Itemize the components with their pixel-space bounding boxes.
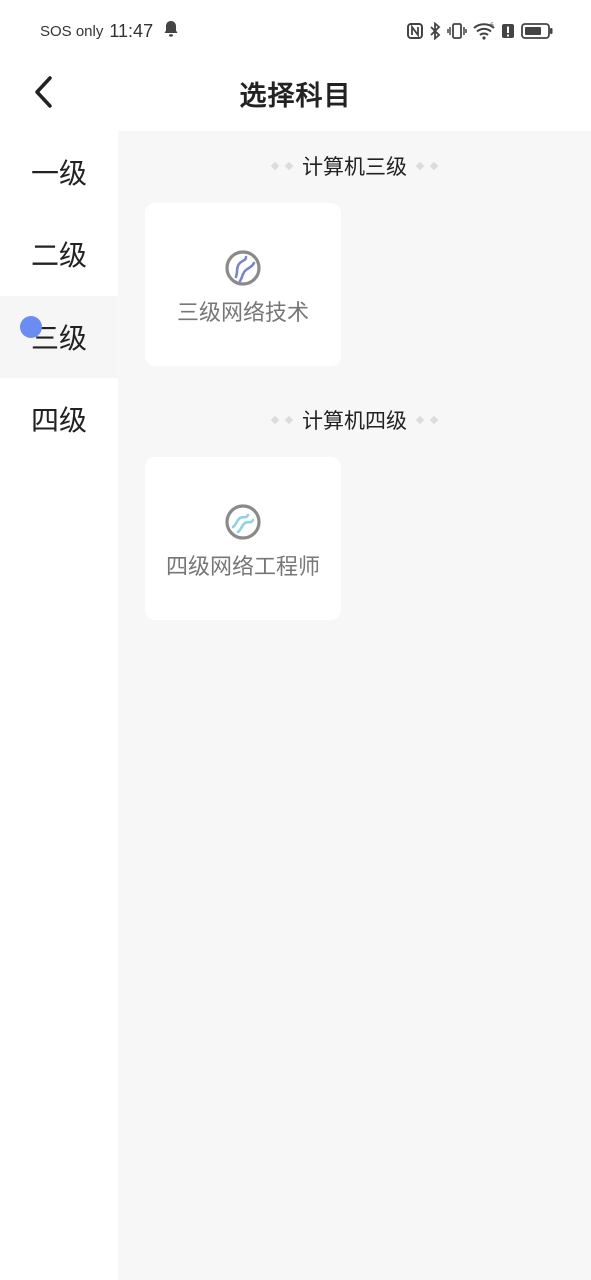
subject-card-label: 三级网络技术 bbox=[176, 301, 309, 326]
subject-card[interactable]: 四级网络工程师 bbox=[145, 457, 341, 620]
globe-icon bbox=[225, 250, 261, 286]
decorative-dots-icon bbox=[415, 415, 439, 425]
decorative-dots-icon bbox=[270, 415, 294, 425]
sidebar-item-level-2[interactable]: 二级 bbox=[0, 213, 118, 295]
vibrate-icon bbox=[447, 22, 467, 44]
sidebar-item-level-4[interactable]: 四级 bbox=[0, 378, 118, 460]
notification-bell-icon bbox=[163, 20, 179, 42]
subject-list: 计算机三级 三级网络技术 计算机四级 四级网络工程师 bbox=[118, 131, 591, 1280]
carrier-text: SOS only bbox=[40, 22, 104, 40]
status-left: SOS only 11:47 bbox=[40, 20, 179, 42]
active-indicator-dot bbox=[20, 316, 42, 338]
subject-card[interactable]: 三级网络技术 bbox=[145, 203, 341, 366]
decorative-dots-icon bbox=[415, 161, 439, 171]
decorative-dots-icon bbox=[270, 161, 294, 171]
section-title: 计算机三级 bbox=[302, 155, 407, 179]
page-title: 选择科目 bbox=[239, 81, 352, 112]
sidebar-item-label: 一级 bbox=[30, 157, 87, 190]
alert-icon bbox=[501, 22, 515, 44]
status-right: 6 bbox=[407, 21, 553, 44]
svg-text:6: 6 bbox=[490, 22, 494, 29]
subject-card-label: 四级网络工程师 bbox=[165, 555, 320, 580]
bluetooth-icon bbox=[429, 21, 441, 44]
wifi-icon: 6 bbox=[473, 22, 495, 44]
section-header: 计算机三级 bbox=[118, 151, 591, 181]
level-sidebar: 一级 二级 三级 四级 bbox=[0, 131, 118, 1280]
sidebar-item-label: 四级 bbox=[30, 404, 87, 437]
status-bar: SOS only 11:47 6 bbox=[0, 0, 591, 62]
sidebar-item-label: 二级 bbox=[30, 239, 87, 272]
section-header: 计算机四级 bbox=[118, 405, 591, 435]
sidebar-item-level-3[interactable]: 三级 bbox=[0, 296, 118, 378]
battery-icon bbox=[521, 22, 553, 44]
nfc-icon bbox=[407, 22, 423, 44]
section-title: 计算机四级 bbox=[302, 409, 407, 433]
clock: 11:47 bbox=[109, 20, 154, 41]
app-header: 选择科目 bbox=[0, 62, 591, 130]
globe-icon bbox=[225, 504, 261, 540]
sidebar-item-level-1[interactable]: 一级 bbox=[0, 131, 118, 213]
